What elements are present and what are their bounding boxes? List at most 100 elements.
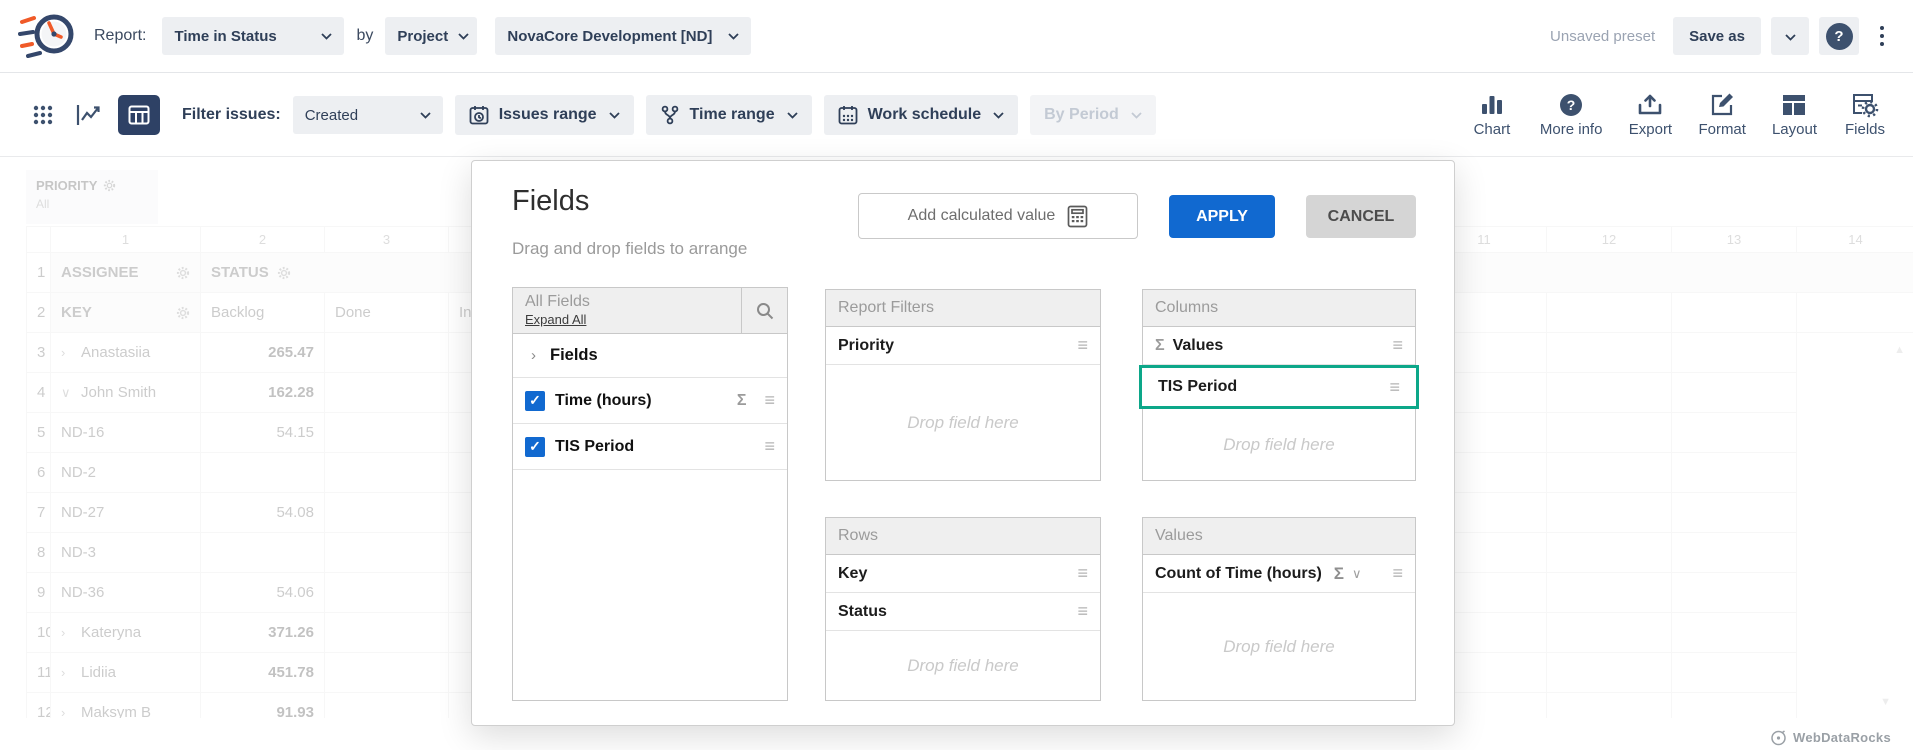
- scroll-up-icon[interactable]: ▲: [1894, 344, 1905, 356]
- value-cell: [201, 453, 325, 493]
- checkbox-checked[interactable]: ✓: [525, 437, 545, 457]
- filter-field-priority[interactable]: Priority ≡: [826, 327, 1100, 365]
- field-item-time-hours[interactable]: ✓ Time (hours) Σ ≡: [513, 378, 787, 424]
- value-field-count-of-time[interactable]: Count of Time (hours) Σ ∨ ≡: [1143, 555, 1415, 593]
- kebab-icon: [1880, 26, 1884, 30]
- export-action-button[interactable]: Export: [1628, 92, 1672, 138]
- chevron-down-icon: [420, 112, 431, 119]
- add-calculated-value-button[interactable]: Add calculated value: [858, 193, 1138, 239]
- time-range-button[interactable]: Time range: [646, 95, 812, 135]
- issues-range-button[interactable]: Issues range: [455, 95, 634, 135]
- row-label: John Smith: [81, 384, 156, 401]
- rows-title: Rows: [826, 518, 1100, 555]
- grid-view-icon[interactable]: [26, 97, 60, 133]
- row-field-key[interactable]: Key ≡: [826, 555, 1100, 593]
- drag-handle-icon[interactable]: ≡: [1392, 563, 1403, 584]
- fields-action-button[interactable]: Fields: [1843, 92, 1887, 138]
- column-number: 1: [51, 227, 201, 253]
- kebab-menu-button[interactable]: [1869, 17, 1895, 55]
- search-button[interactable]: [741, 288, 787, 333]
- search-icon: [755, 301, 775, 321]
- cancel-button[interactable]: CANCEL: [1306, 195, 1416, 238]
- chevron-down-icon[interactable]: ∨: [1352, 566, 1362, 582]
- group-by-select[interactable]: Project: [385, 17, 477, 55]
- help-icon: ?: [1826, 23, 1853, 50]
- scroll-down-icon[interactable]: ▼: [1880, 696, 1891, 708]
- chevron-down-icon: [728, 33, 739, 40]
- drag-handle-icon[interactable]: ≡: [1077, 601, 1088, 622]
- help-button[interactable]: ?: [1819, 17, 1859, 55]
- drop-zone[interactable]: Drop field here: [826, 365, 1100, 480]
- svg-text:?: ?: [1567, 97, 1576, 113]
- drag-handle-icon[interactable]: ≡: [764, 390, 775, 411]
- row-field-status[interactable]: Status ≡: [826, 593, 1100, 631]
- chart-action-button[interactable]: Chart: [1470, 92, 1514, 138]
- value-cell: 265.47: [201, 333, 325, 373]
- columns-title: Columns: [1143, 290, 1415, 327]
- fields-tree-root[interactable]: › Fields: [513, 334, 787, 378]
- work-schedule-label: Work schedule: [868, 106, 982, 124]
- status-column-label: Done: [325, 293, 449, 333]
- save-options-button[interactable]: [1771, 17, 1809, 55]
- drag-handle-icon[interactable]: ≡: [1392, 335, 1403, 356]
- expand-icon[interactable]: ›: [61, 665, 71, 680]
- apply-button[interactable]: APPLY: [1169, 195, 1275, 238]
- project-select[interactable]: NovaCore Development [ND]: [495, 17, 751, 55]
- column-number: 14: [1797, 227, 1913, 253]
- value-cell: [201, 533, 325, 573]
- chevron-down-icon: [1785, 28, 1796, 45]
- layout-action-button[interactable]: Layout: [1772, 92, 1817, 138]
- values-title: Values: [1143, 518, 1415, 555]
- collapse-icon[interactable]: ∨: [61, 385, 71, 401]
- row-label: Lidiia: [81, 664, 116, 681]
- header-actions: Unsaved preset Save as ?: [1550, 17, 1895, 55]
- checkbox-checked[interactable]: ✓: [525, 391, 545, 411]
- expand-icon[interactable]: ›: [61, 625, 71, 640]
- drag-handle-icon[interactable]: ≡: [764, 436, 775, 457]
- column-number: 12: [1547, 227, 1672, 253]
- format-action-button[interactable]: Format: [1698, 92, 1746, 138]
- field-item-tis-period[interactable]: ✓ TIS Period ≡: [513, 424, 787, 470]
- sigma-icon: Σ: [737, 392, 747, 410]
- edit-icon: [1709, 92, 1735, 118]
- sigma-icon[interactable]: Σ: [1334, 564, 1344, 584]
- table-view-icon[interactable]: [118, 95, 160, 135]
- filter-field-select[interactable]: Created: [293, 96, 443, 134]
- chevron-down-icon: [787, 106, 798, 124]
- gear-icon[interactable]: [277, 266, 291, 280]
- drop-zone[interactable]: Drop field here: [826, 631, 1100, 700]
- expand-all-link[interactable]: Expand All: [525, 312, 586, 327]
- report-type-select[interactable]: Time in Status: [162, 17, 344, 55]
- drag-handle-icon[interactable]: ≡: [1077, 563, 1088, 584]
- gear-icon[interactable]: [176, 306, 190, 320]
- drag-handle-icon[interactable]: ≡: [1389, 377, 1400, 398]
- row-label: ND-16: [51, 413, 201, 453]
- save-as-button[interactable]: Save as: [1673, 17, 1761, 55]
- drag-handle-icon[interactable]: ≡: [1077, 335, 1088, 356]
- priority-filter-chip[interactable]: PRIORITY All: [26, 170, 158, 224]
- column-field-tis-period-highlighted[interactable]: TIS Period ≡: [1139, 365, 1419, 409]
- by-period-button: By Period: [1030, 95, 1156, 135]
- work-schedule-button[interactable]: Work schedule: [824, 95, 1019, 135]
- value-cell: 54.06: [201, 573, 325, 613]
- drop-zone[interactable]: Drop field here: [1143, 593, 1415, 700]
- row-number: 1: [27, 253, 51, 293]
- column-field-values[interactable]: Σ Values ≡: [1143, 327, 1415, 365]
- chart-view-icon[interactable]: [72, 97, 106, 133]
- row-label: ND-36: [51, 573, 201, 613]
- row-label: ND-2: [51, 453, 201, 493]
- more-info-action-button[interactable]: ? More info: [1540, 92, 1603, 138]
- key-header: KEY: [61, 304, 92, 321]
- question-circle-icon: ?: [1558, 92, 1584, 118]
- expand-icon[interactable]: ›: [61, 705, 71, 718]
- row-number: 2: [27, 293, 51, 333]
- export-icon: [1637, 92, 1663, 118]
- app-header: Report: Time in Status by Project NovaCo…: [0, 0, 1913, 73]
- fields-dialog: Fields Drag and drop fields to arrange A…: [471, 160, 1455, 726]
- gear-icon[interactable]: [176, 266, 190, 280]
- priority-filter-label: PRIORITY: [36, 178, 97, 193]
- all-fields-title: All Fields: [525, 293, 741, 311]
- row-label: Anastasiia: [81, 344, 150, 361]
- expand-icon[interactable]: ›: [61, 345, 71, 360]
- drop-zone[interactable]: Drop field here: [1143, 409, 1415, 480]
